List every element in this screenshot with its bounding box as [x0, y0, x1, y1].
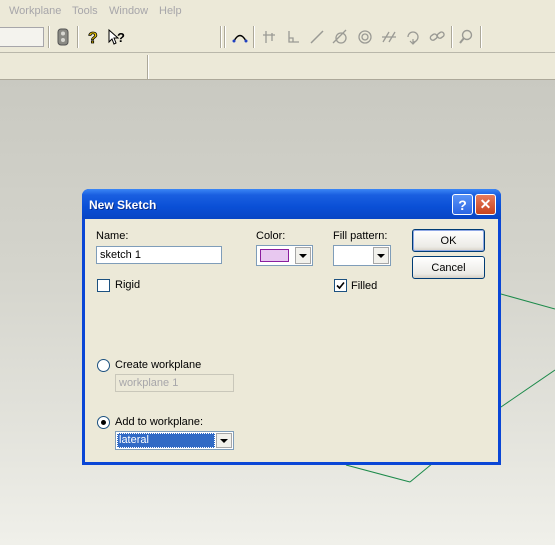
- bar-divider: [147, 55, 149, 79]
- name-label: Name:: [96, 230, 129, 242]
- add-to-workplane-label: Add to workplane:: [115, 416, 204, 428]
- toolbar-field[interactable]: [0, 27, 44, 47]
- menu-help[interactable]: Help: [159, 5, 182, 17]
- create-workplane-label: Create workplane: [115, 359, 202, 371]
- concentric-icon[interactable]: [354, 26, 376, 48]
- rotate-icon[interactable]: [402, 26, 424, 48]
- toolbar-separator: [480, 26, 482, 48]
- toolbar-separator: [253, 26, 255, 48]
- toolbar-separator: [77, 26, 79, 48]
- dialog-title: New Sketch: [89, 198, 157, 212]
- toolbar-separator: [224, 26, 226, 48]
- cancel-button[interactable]: Cancel: [412, 256, 485, 279]
- sketch-line: [500, 369, 555, 408]
- zoom-icon[interactable]: [455, 26, 477, 48]
- workplane-selected-value: lateral: [117, 433, 215, 448]
- sketch-line: [345, 464, 411, 483]
- parallel-icon[interactable]: [378, 26, 400, 48]
- add-to-workplane-radio[interactable]: [97, 416, 110, 429]
- toolbar-separator: [220, 26, 222, 48]
- new-sketch-dialog: New Sketch ? ✕ Name: sketch 1 Color: Fil…: [82, 189, 501, 465]
- dialog-body: Name: sketch 1 Color: Fill pattern: OK C…: [85, 219, 498, 462]
- ok-button[interactable]: OK: [412, 229, 485, 252]
- toolbar-separator: [48, 26, 50, 48]
- filled-checkbox[interactable]: [334, 279, 347, 292]
- create-workplane-radio[interactable]: [97, 359, 110, 372]
- toolbar-separator: [451, 26, 453, 48]
- menu-tools[interactable]: Tools: [72, 5, 98, 17]
- menu-window[interactable]: Window: [109, 5, 148, 17]
- context-help-icon[interactable]: ?: [106, 26, 128, 48]
- chevron-down-icon[interactable]: [216, 433, 232, 448]
- close-button[interactable]: ✕: [475, 194, 496, 215]
- rigid-checkbox[interactable]: [97, 279, 110, 292]
- filled-label: Filled: [351, 280, 378, 292]
- fill-pattern-select[interactable]: [333, 245, 391, 266]
- perpendicular-icon[interactable]: [282, 26, 304, 48]
- tangent-icon[interactable]: [330, 26, 352, 48]
- chevron-down-icon[interactable]: [373, 247, 389, 264]
- svg-text:?: ?: [117, 30, 125, 45]
- sketch-line: [500, 293, 555, 310]
- secondary-bar: [0, 53, 555, 80]
- svg-text:?: ?: [88, 30, 98, 46]
- checkmark-icon: [336, 281, 345, 290]
- create-workplane-field: workplane 1: [115, 374, 234, 392]
- workplane-select[interactable]: lateral: [115, 431, 234, 450]
- menu-bar: Workplane Tools Window Help: [0, 0, 555, 23]
- help-button[interactable]: ?: [452, 194, 473, 215]
- dialog-titlebar[interactable]: New Sketch ? ✕: [82, 189, 501, 219]
- chevron-down-icon[interactable]: [295, 247, 311, 264]
- color-label: Color:: [256, 230, 286, 242]
- rigid-label: Rigid: [115, 279, 141, 291]
- name-field[interactable]: sketch 1: [96, 246, 222, 264]
- line-icon[interactable]: [306, 26, 328, 48]
- help-question-icon[interactable]: ?: [82, 26, 104, 48]
- fill-pattern-label: Fill pattern:: [333, 230, 388, 242]
- color-swatch: [260, 249, 289, 262]
- menu-workplane[interactable]: Workplane: [9, 5, 61, 17]
- sketch-arc-icon[interactable]: [229, 26, 251, 48]
- link-icon[interactable]: [426, 26, 448, 48]
- toolbar: ? ?: [0, 22, 555, 53]
- traffic-light-icon[interactable]: [52, 26, 74, 48]
- snap-grid-icon[interactable]: [258, 26, 280, 48]
- color-picker[interactable]: [256, 245, 313, 266]
